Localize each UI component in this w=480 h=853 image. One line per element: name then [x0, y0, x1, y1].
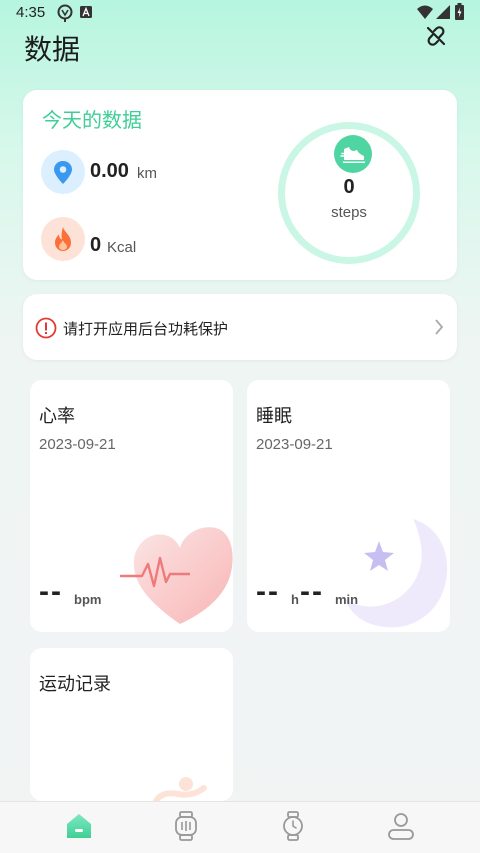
status-bar: 4:35	[0, 0, 480, 26]
exercise-records-card[interactable]: 运动记录	[30, 648, 233, 801]
running-illustration-icon	[153, 777, 207, 801]
sleep-card[interactable]: 睡眠 2023-09-21 -- h -- min	[247, 380, 450, 632]
distance-value: 0.00	[90, 160, 129, 182]
flame-icon	[41, 217, 85, 261]
warning-icon	[35, 317, 57, 339]
bottom-nav	[0, 801, 480, 853]
alert-text: 请打开应用后台功耗保护	[63, 320, 229, 338]
sleep-hours-unit: h	[291, 592, 299, 607]
watch-icon[interactable]	[277, 810, 309, 842]
notification-icon	[57, 4, 73, 22]
sleep-minutes-value: --	[300, 575, 324, 608]
home-icon[interactable]	[63, 810, 95, 842]
sleep-title: 睡眠	[256, 406, 292, 427]
status-time: 4:35	[16, 4, 46, 21]
sleep-hours-value: --	[256, 575, 280, 608]
calories-value: 0	[90, 234, 102, 256]
unlink-icon[interactable]	[424, 24, 448, 48]
exercise-records-title: 运动记录	[39, 674, 111, 695]
page-title: 数据	[24, 33, 81, 66]
heart-rate-unit: bpm	[74, 592, 102, 607]
today-data-card[interactable]: 今天的数据 0.00 km 0 Kcal 0 steps	[23, 90, 457, 280]
sleep-minutes-unit: min	[335, 592, 359, 607]
wifi-icon	[417, 5, 433, 19]
steps-unit: steps	[331, 204, 367, 221]
profile-icon[interactable]	[385, 810, 417, 842]
today-title: 今天的数据	[42, 108, 142, 132]
battery-icon	[455, 3, 464, 20]
signal-icon	[436, 5, 450, 19]
heart-rate-date: 2023-09-21	[39, 436, 116, 453]
moon-illustration-icon	[345, 519, 448, 628]
calories-unit: Kcal	[107, 239, 137, 256]
watch-face-icon[interactable]	[170, 810, 202, 842]
heart-rate-value: --	[39, 575, 63, 608]
heart-illustration-icon	[120, 527, 233, 624]
sleep-date: 2023-09-21	[256, 436, 333, 453]
steps-value: 0	[343, 176, 355, 198]
heart-rate-title: 心率	[39, 406, 75, 427]
background-protection-alert[interactable]: 请打开应用后台功耗保护	[23, 294, 457, 360]
shoe-icon	[334, 135, 372, 173]
distance-unit: km	[137, 165, 157, 182]
location-icon	[41, 150, 85, 194]
heart-rate-card[interactable]: 心率 2023-09-21 -- bpm	[30, 380, 233, 632]
text-icon	[80, 6, 92, 18]
chevron-right-icon	[435, 319, 444, 335]
